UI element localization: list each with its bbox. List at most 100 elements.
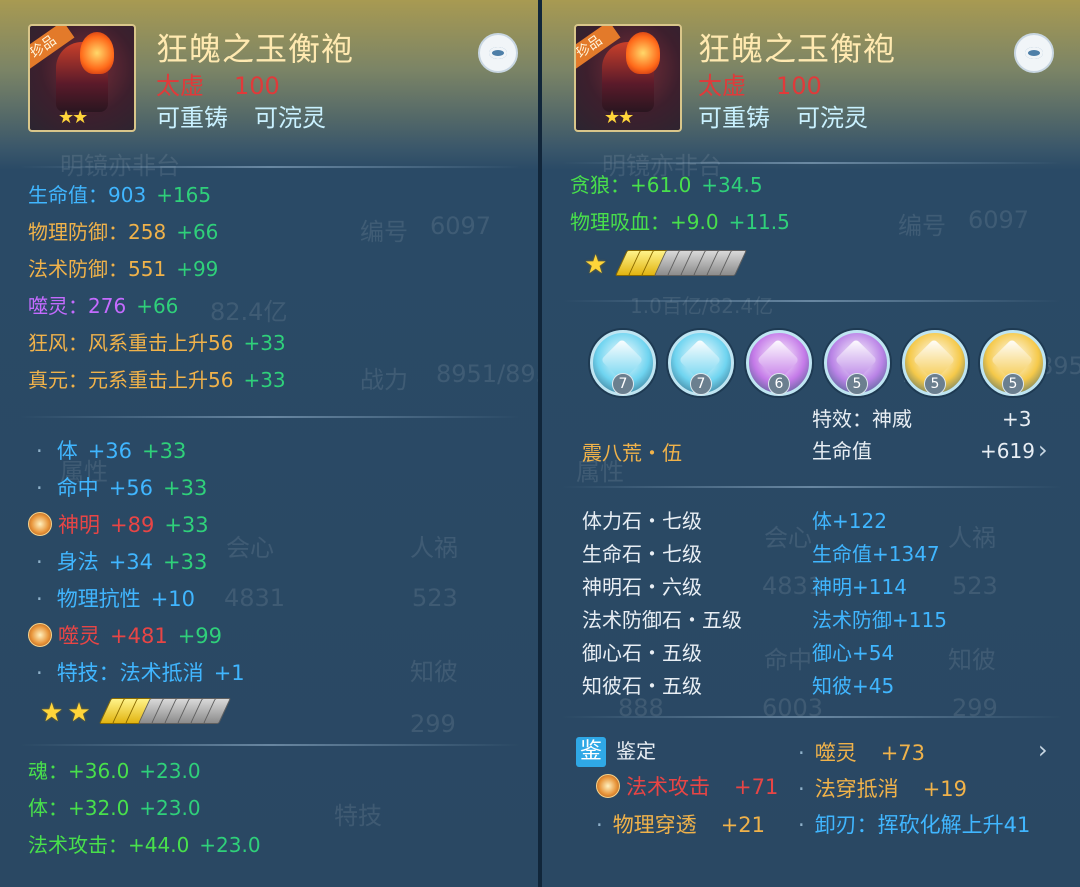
item-tags: 可重铸 可浣灵: [156, 98, 352, 133]
soul-stat-bonus: +34.5: [701, 173, 763, 197]
background-text: 会心: [226, 534, 274, 562]
star-rating: ★ ★: [40, 696, 231, 730]
appraise-label: 法穿抵消: [814, 777, 899, 801]
stat-label: 物理防御：: [28, 220, 128, 244]
background-text: 523: [412, 584, 458, 612]
equipment-icon[interactable]: 珍品 ★★: [28, 24, 136, 132]
stat-label: 噬灵：: [28, 294, 88, 318]
attribute-bonus: +33: [163, 476, 208, 500]
stone-effect: 御心+54: [812, 641, 895, 665]
magic-defense-gem-icon[interactable]: 5: [824, 330, 890, 396]
tier-label: 太虚: [156, 72, 204, 100]
background-text: 编号: [360, 218, 408, 246]
soul-stat-bonus: +11.5: [728, 210, 790, 234]
item-title: 狂魄之玉衡袍: [698, 30, 897, 68]
background-text: 人祸: [410, 534, 458, 562]
attribute-value: +1: [213, 661, 245, 685]
bullet-icon: ·: [596, 813, 603, 837]
attribute-label: 噬灵: [58, 624, 100, 648]
attribute-row: 噬灵 +481 +99: [28, 621, 222, 651]
soul-stat-row: 法术攻击：+44.0 +23.0: [28, 830, 261, 860]
item-title: 狂魄之玉衡袍: [156, 30, 355, 68]
life-gem-icon[interactable]: 7: [668, 330, 734, 396]
attribute-row: · 物理抗性 +10: [28, 584, 195, 614]
attribute-label: 特技：法术抵消: [56, 661, 204, 685]
stat-bonus: +165: [156, 183, 212, 207]
background-text: 明镜亦非台: [60, 152, 180, 180]
stat-label: 法术防御：: [28, 257, 128, 281]
attribute-label: 神明: [58, 513, 100, 537]
soul-stat-row: 物理吸血：+9.0 +11.5: [570, 207, 790, 237]
appraise-row: · 噬灵 +73: [798, 738, 925, 768]
soul-stat-row: 贪狼：+61.0 +34.5: [570, 170, 763, 200]
stone-effect: 神明+114: [812, 575, 907, 599]
soul-stat-value: +44.0: [128, 833, 190, 857]
stat-label: 生命值：: [28, 183, 108, 207]
tag-refine: 可浣灵: [254, 104, 326, 132]
appraise-icon: 鉴: [576, 737, 606, 767]
eye-icon[interactable]: [1014, 33, 1054, 73]
item-tooltip-left: 明镜亦非台 编号 6097 82.4亿 战力 8951/895 属性 会心 人祸…: [0, 0, 538, 887]
appraise-header: 鉴鉴定: [576, 736, 656, 767]
icon-stars: ★★: [604, 107, 634, 128]
background-text: 人祸: [948, 524, 996, 552]
divine-gem-icon[interactable]: 6: [746, 330, 812, 396]
divider: [562, 300, 1062, 302]
flame-icon: [626, 32, 660, 74]
stat-value: 551: [128, 257, 167, 281]
divider: [20, 416, 520, 418]
icon-stars: ★★: [58, 107, 88, 128]
tag-reforge: 可重铸: [156, 104, 228, 132]
background-text: 编号: [898, 212, 946, 240]
stat-row: 狂风：风系重击上升56 +33: [28, 328, 286, 358]
divider: [562, 162, 1062, 164]
background-text: 命中: [764, 646, 812, 674]
attribute-value: +10: [150, 587, 196, 611]
stat-value: 258: [128, 220, 167, 244]
soul-stat-label: 贪狼：: [570, 173, 630, 197]
appraise-row: 法术攻击 +71: [596, 772, 778, 802]
divider: [562, 716, 1062, 718]
level-value: 100: [776, 72, 822, 100]
equipment-icon[interactable]: 珍品 ★★: [574, 24, 682, 132]
set-name: 震八荒・伍: [582, 441, 682, 465]
stone-name: 生命石・七级: [582, 542, 702, 566]
gem-level: 7: [690, 373, 712, 395]
tag-reforge: 可重铸: [698, 104, 770, 132]
gem-level: 5: [846, 373, 868, 395]
attribute-bonus: +99: [177, 624, 223, 648]
divider: [562, 486, 1062, 488]
soul-stat-label: 魂：: [28, 759, 68, 783]
attribute-value: +56: [108, 476, 154, 500]
attribute-value: +89: [110, 513, 155, 537]
stone-name: 法术防御石・五级: [582, 608, 742, 632]
item-tier: 太虚 100: [156, 66, 310, 101]
chevron-right-icon[interactable]: ›: [1038, 436, 1048, 464]
insight-gem-icon[interactable]: 5: [980, 330, 1046, 396]
appraise-row: · 卸刃：挥砍化解上升41: [798, 810, 1030, 840]
attribute-label: 体: [56, 439, 78, 463]
appraise-label: 卸刃：挥砍化解上升41: [814, 813, 1031, 837]
attribute-row: · 身法 +34 +33: [28, 547, 207, 577]
star-icon: ★: [584, 250, 608, 280]
background-text: 523: [952, 572, 998, 600]
attribute-row: · 命中 +56 +33: [28, 473, 207, 503]
stat-row: 生命值：903 +165: [28, 180, 211, 210]
stone-effect: 体+122: [812, 509, 887, 533]
gold-emblem-icon: [28, 623, 52, 647]
stone-name: 神明石・六级: [582, 575, 702, 599]
level-value: 100: [234, 72, 280, 100]
gem-level: 5: [924, 373, 946, 395]
stat-row: 噬灵：276 +66: [28, 291, 178, 321]
background-text: 82.4亿: [210, 298, 288, 326]
soul-stat-bonus: +23.0: [139, 796, 201, 820]
soul-stat-value: +61.0: [630, 173, 692, 197]
stat-row: 物理防御：258 +66: [28, 217, 218, 247]
eye-icon[interactable]: [478, 33, 518, 73]
defense-gem-icon[interactable]: 5: [902, 330, 968, 396]
bullet-icon: ·: [798, 813, 805, 837]
stone-name: 知彼石・五级: [582, 674, 702, 698]
stamina-gem-icon[interactable]: 7: [590, 330, 656, 396]
flame-icon: [80, 32, 114, 74]
chevron-right-icon[interactable]: ›: [1038, 736, 1048, 764]
